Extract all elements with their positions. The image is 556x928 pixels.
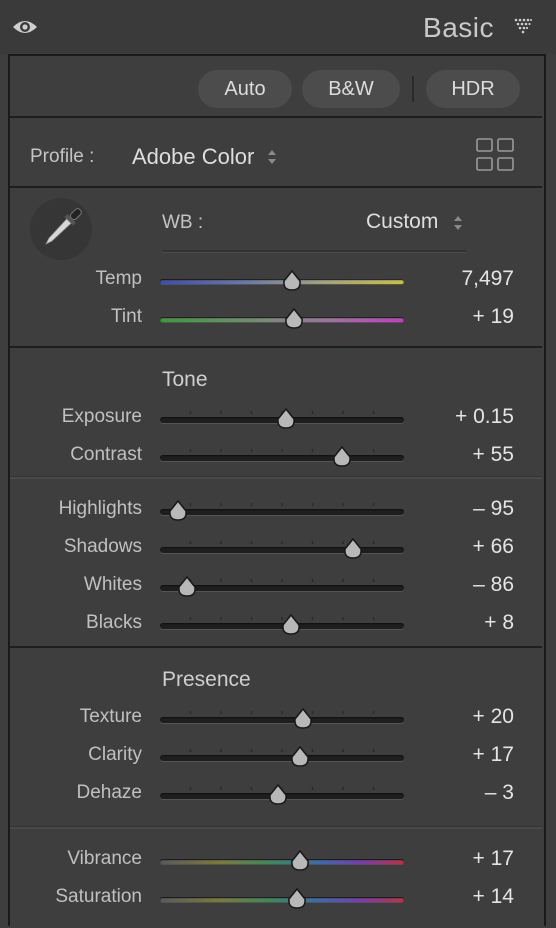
- slider-label: Texture: [79, 706, 142, 727]
- slider-value[interactable]: + 17: [394, 847, 514, 871]
- slider-thumb[interactable]: [343, 538, 363, 560]
- slider-label: Vibrance: [67, 848, 142, 869]
- slider-ticks: [189, 711, 375, 714]
- slider-thumb[interactable]: [276, 408, 296, 430]
- slider-track[interactable]: [160, 317, 404, 322]
- slider-label: Dehaze: [76, 782, 143, 803]
- slider-value[interactable]: + 14: [394, 885, 514, 909]
- slider-thumb[interactable]: [177, 576, 197, 598]
- slider-track[interactable]: [160, 455, 404, 461]
- profile-browser-grid-icon[interactable]: [476, 138, 514, 172]
- divider: [10, 826, 542, 829]
- panel-title: Basic: [423, 12, 494, 43]
- slider-thumb[interactable]: [284, 308, 304, 330]
- slider-thumb[interactable]: [290, 850, 310, 872]
- triangle-dots-icon[interactable]: [514, 18, 532, 34]
- slider-ticks: [189, 503, 375, 506]
- slider-value[interactable]: + 20: [394, 705, 514, 729]
- bw-button[interactable]: B&W: [302, 70, 400, 108]
- slider-thumb[interactable]: [332, 446, 352, 468]
- slider-value[interactable]: + 19: [394, 305, 514, 329]
- hdr-button[interactable]: HDR: [426, 70, 520, 108]
- button-separator: [412, 76, 414, 102]
- wb-label: WB :: [162, 212, 204, 233]
- eye-icon[interactable]: [12, 17, 38, 37]
- slider-thumb[interactable]: [282, 270, 302, 292]
- tone-section-title: Tone: [162, 368, 208, 391]
- presence-section-title: Presence: [162, 668, 251, 691]
- slider-track[interactable]: [160, 717, 404, 723]
- slider-label: Whites: [83, 574, 142, 595]
- white-balance-selector[interactable]: [30, 198, 92, 260]
- slider-thumb[interactable]: [168, 500, 188, 522]
- wb-dropdown[interactable]: Custom: [366, 210, 438, 234]
- slider-thumb[interactable]: [287, 888, 307, 910]
- slider-thumb[interactable]: [281, 614, 301, 636]
- stepper-arrows-icon[interactable]: [266, 148, 278, 166]
- slider-value[interactable]: – 3: [394, 781, 514, 805]
- slider-label: Shadows: [63, 536, 142, 557]
- slider-label: Highlights: [58, 498, 142, 519]
- divider: [10, 116, 542, 118]
- slider-label: Blacks: [86, 612, 142, 633]
- slider-thumb[interactable]: [268, 784, 288, 806]
- divider: [10, 646, 542, 648]
- slider-value[interactable]: + 55: [394, 443, 514, 467]
- slider-value[interactable]: 7,497: [394, 267, 514, 291]
- slider-track[interactable]: [160, 897, 404, 902]
- slider-label: Temp: [95, 268, 142, 289]
- slider-ticks: [189, 541, 375, 544]
- panel-header[interactable]: Basic: [0, 0, 556, 54]
- slider-label: Clarity: [88, 744, 142, 765]
- slider-value[interactable]: – 86: [394, 573, 514, 597]
- slider-label: Saturation: [55, 886, 142, 907]
- slider-value[interactable]: + 0.15: [394, 405, 514, 429]
- slider-thumb[interactable]: [293, 708, 313, 730]
- slider-label: Contrast: [70, 444, 142, 465]
- slider-ticks: [189, 449, 375, 452]
- slider-track[interactable]: [160, 755, 404, 761]
- slider-ticks: [189, 749, 375, 752]
- slider-value[interactable]: + 17: [394, 743, 514, 767]
- profile-label: Profile :: [30, 146, 95, 167]
- slider-value[interactable]: + 8: [394, 611, 514, 635]
- wb-underline: [162, 250, 466, 253]
- slider-label: Exposure: [61, 406, 142, 427]
- slider-track[interactable]: [160, 547, 404, 553]
- slider-value[interactable]: – 95: [394, 497, 514, 521]
- slider-track[interactable]: [160, 509, 404, 515]
- auto-button[interactable]: Auto: [198, 70, 292, 108]
- slider-thumb[interactable]: [290, 746, 310, 768]
- profile-dropdown[interactable]: Adobe Color: [132, 144, 254, 170]
- slider-value[interactable]: + 66: [394, 535, 514, 559]
- divider: [10, 346, 542, 348]
- stepper-arrows-icon[interactable]: [452, 214, 464, 232]
- slider-track[interactable]: [160, 859, 404, 864]
- eyedropper-icon: [45, 208, 82, 245]
- divider: [10, 186, 542, 188]
- divider: [10, 476, 542, 479]
- slider-label: Tint: [111, 306, 142, 327]
